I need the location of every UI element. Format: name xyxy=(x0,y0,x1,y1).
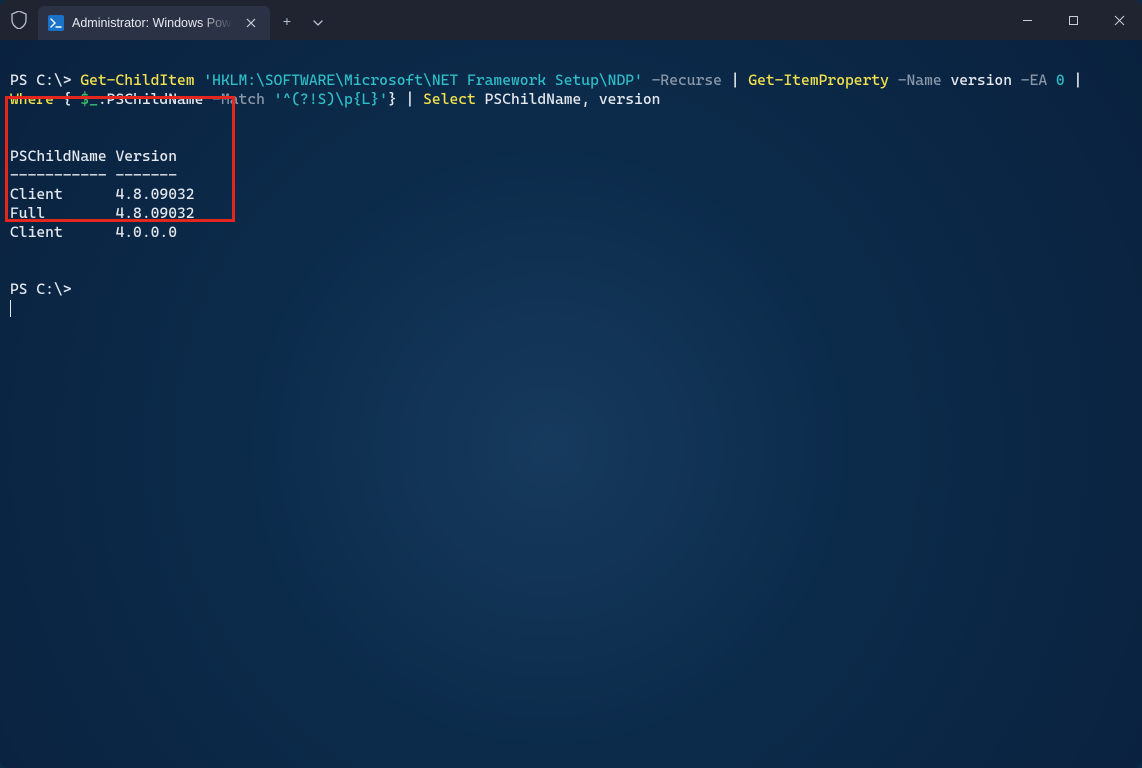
arg-regex: '^(?!S)\p{L}' xyxy=(265,90,388,108)
tab-close-button[interactable] xyxy=(242,14,260,32)
cmdlet-select: Select xyxy=(423,90,476,108)
opt-name: -Name xyxy=(889,71,942,89)
scriptblock-prop: .PSChildName xyxy=(98,90,212,108)
tab-title: Administrator: Windows PowerShell xyxy=(72,16,236,30)
output-row-1: Full 4.8.09032 xyxy=(10,204,195,222)
ps-prompt-2: PS C:\> xyxy=(10,280,72,298)
select-args: PSChildName, version xyxy=(476,90,661,108)
minimize-button[interactable] xyxy=(1004,0,1050,40)
arg-version: version xyxy=(942,71,1012,89)
maximize-button[interactable] xyxy=(1050,0,1096,40)
prompt-line-2: Where { $_.PSChildName -Match '^(?!S)\p{… xyxy=(10,90,660,108)
cmdlet-get-itemproperty: Get-ItemProperty xyxy=(748,71,889,89)
close-window-button[interactable] xyxy=(1096,0,1142,40)
titlebar-drag-area[interactable] xyxy=(332,0,1004,40)
output-row-2: Client 4.0.0.0 xyxy=(10,223,177,241)
arg-registry-path: 'HKLM:\SOFTWARE\Microsoft\NET Framework … xyxy=(195,71,643,89)
new-tab-button[interactable]: + xyxy=(270,6,304,40)
terminal-window: Administrator: Windows PowerShell + PS C… xyxy=(0,0,1142,768)
dollar-underscore: $_ xyxy=(80,90,98,108)
brace-open: { xyxy=(63,90,81,108)
uac-shield-icon xyxy=(0,0,38,40)
pipe-1: | xyxy=(722,71,748,89)
arg-zero: 0 xyxy=(1047,71,1065,89)
opt-match: -Match xyxy=(212,90,265,108)
text-cursor xyxy=(10,300,11,317)
cmdlet-where: Where xyxy=(10,90,63,108)
ps-prompt: PS C:\> xyxy=(10,71,80,89)
powershell-icon xyxy=(48,15,64,31)
pipe-2: | xyxy=(1065,71,1083,89)
opt-recurse: -Recurse xyxy=(643,71,722,89)
tab-dropdown-button[interactable] xyxy=(304,6,332,40)
pipe-3: | xyxy=(397,90,423,108)
output-divider: ----------- ------- xyxy=(10,166,177,184)
window-controls xyxy=(1004,0,1142,40)
prompt-line-1: PS C:\> Get-ChildItem 'HKLM:\SOFTWARE\Mi… xyxy=(10,71,1082,89)
cmdlet-get-childitem: Get-ChildItem xyxy=(80,71,194,89)
terminal-body[interactable]: PS C:\> Get-ChildItem 'HKLM:\SOFTWARE\Mi… xyxy=(0,40,1142,768)
tab-active[interactable]: Administrator: Windows PowerShell xyxy=(38,6,270,40)
opt-ea: -EA xyxy=(1012,71,1047,89)
brace-close: } xyxy=(388,90,397,108)
output-header: PSChildName Version xyxy=(10,147,177,165)
titlebar: Administrator: Windows PowerShell + xyxy=(0,0,1142,40)
output-row-0: Client 4.8.09032 xyxy=(10,185,195,203)
